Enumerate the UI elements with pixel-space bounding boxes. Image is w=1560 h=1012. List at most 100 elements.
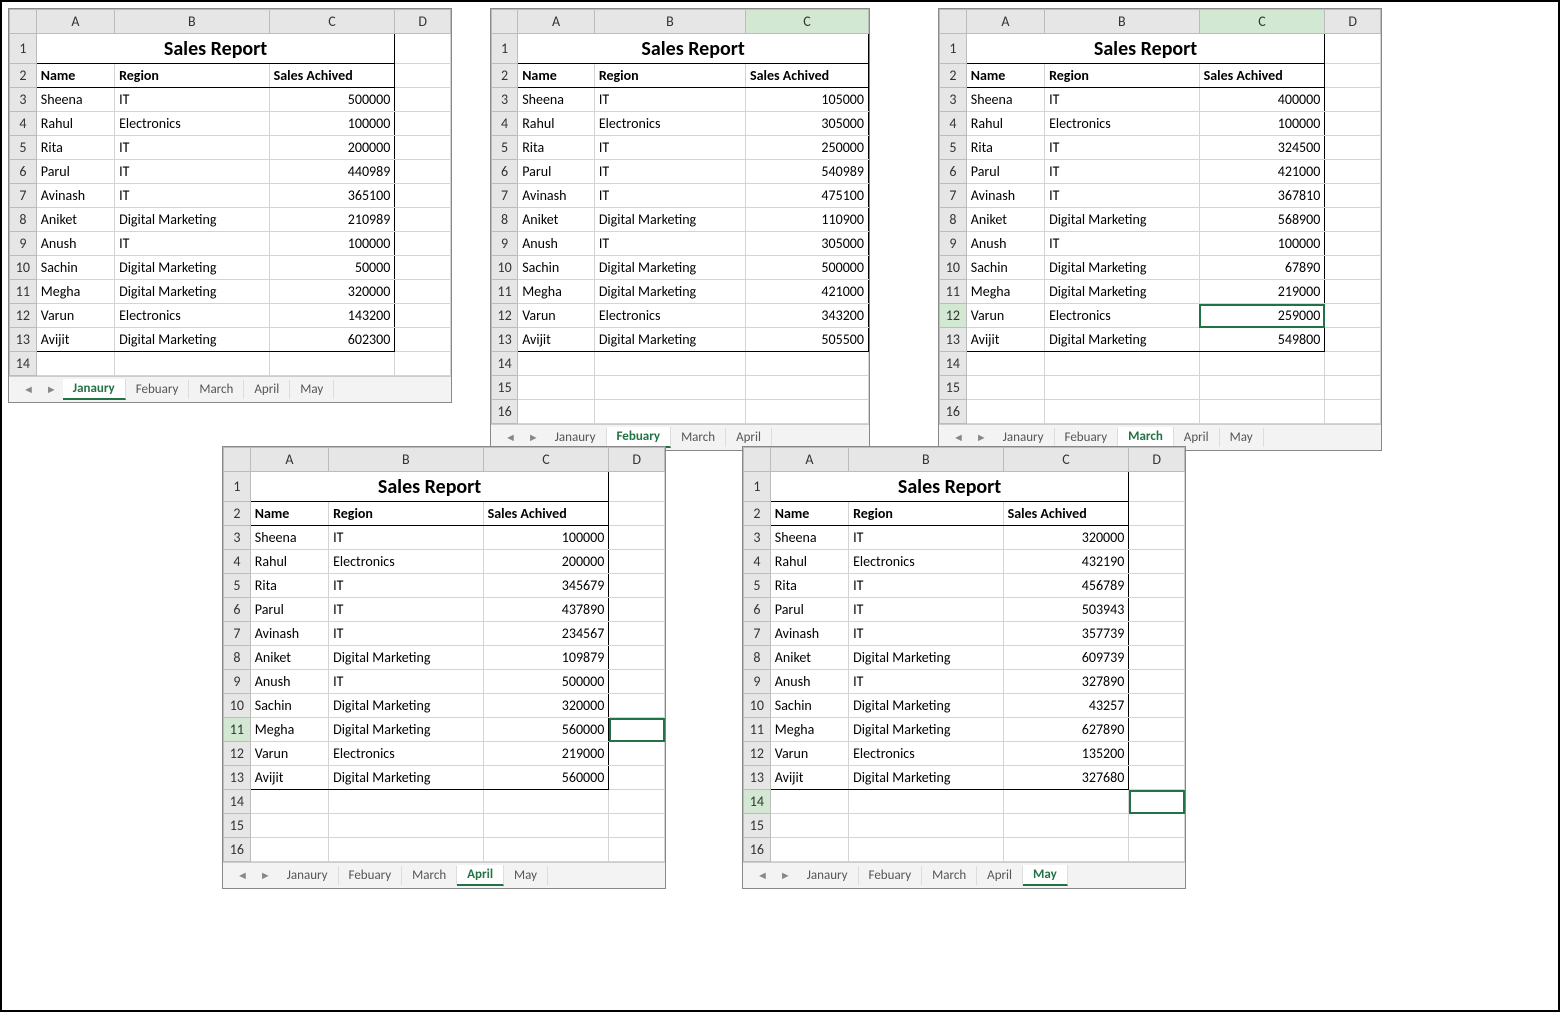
table-cell[interactable]: Digital Marketing [115, 256, 270, 280]
row-header[interactable]: 5 [940, 136, 967, 160]
table-cell[interactable]: Avinash [36, 184, 114, 208]
table-cell[interactable]: Aniket [250, 646, 328, 670]
table-cell[interactable]: Sheena [518, 88, 595, 112]
table-cell[interactable]: Avinash [966, 184, 1044, 208]
table-cell[interactable]: IT [115, 160, 270, 184]
cell[interactable] [1129, 790, 1185, 814]
table-cell[interactable]: 357739 [1003, 622, 1129, 646]
table-cell[interactable]: Rita [518, 136, 595, 160]
table-cell[interactable]: 250000 [746, 136, 869, 160]
cell[interactable] [1325, 400, 1381, 424]
row-header[interactable]: 13 [492, 328, 518, 352]
table-cell[interactable]: IT [594, 136, 745, 160]
cell[interactable] [395, 328, 451, 352]
row-header[interactable]: 14 [10, 352, 37, 376]
table-cell[interactable]: Sachin [36, 256, 114, 280]
table-cell[interactable]: 324500 [1199, 136, 1325, 160]
row-header[interactable]: 10 [940, 256, 967, 280]
table-cell[interactable]: IT [115, 88, 270, 112]
row-header[interactable]: 3 [492, 88, 518, 112]
cell[interactable] [849, 790, 1004, 814]
sheet-tab-april[interactable]: April [244, 380, 290, 399]
cell[interactable] [329, 790, 484, 814]
table-cell[interactable]: 219000 [1199, 280, 1325, 304]
row-header[interactable]: 8 [940, 208, 967, 232]
table-header-cell[interactable]: Region [115, 64, 270, 88]
table-cell[interactable]: Varun [770, 742, 848, 766]
table-cell[interactable]: 456789 [1003, 574, 1129, 598]
row-header[interactable]: 14 [224, 790, 251, 814]
report-title[interactable]: Sales Report [36, 34, 395, 64]
spreadsheet-grid[interactable]: ABCD1Sales Report2NameRegionSales Achive… [743, 447, 1185, 862]
row-header[interactable]: 12 [492, 304, 518, 328]
table-header-cell[interactable]: Sales Achived [269, 64, 395, 88]
row-header[interactable]: 3 [224, 526, 251, 550]
table-cell[interactable]: 305000 [746, 232, 869, 256]
table-cell[interactable]: Electronics [849, 550, 1004, 574]
table-cell[interactable]: Anush [966, 232, 1044, 256]
table-cell[interactable]: 320000 [269, 280, 395, 304]
column-header-B[interactable]: B [1045, 10, 1200, 34]
table-cell[interactable]: Digital Marketing [594, 256, 745, 280]
column-header-A[interactable]: A [770, 448, 848, 472]
cell[interactable] [1325, 160, 1381, 184]
spreadsheet-grid[interactable]: ABCD1Sales Report2NameRegionSales Achive… [9, 9, 451, 376]
row-header[interactable]: 13 [744, 766, 771, 790]
cell[interactable] [1325, 64, 1381, 88]
cell[interactable] [329, 814, 484, 838]
table-cell[interactable]: 327890 [1003, 670, 1129, 694]
table-cell[interactable]: 440989 [269, 160, 395, 184]
table-cell[interactable]: Rahul [966, 112, 1044, 136]
sheet-tab-febuary[interactable]: Febuary [1055, 428, 1119, 447]
table-cell[interactable]: Avinash [770, 622, 848, 646]
row-header[interactable]: 16 [744, 838, 771, 862]
spreadsheet-grid[interactable]: ABCD1Sales Report2NameRegionSales Achive… [939, 9, 1381, 424]
cell[interactable] [1199, 400, 1325, 424]
row-header[interactable]: 3 [940, 88, 967, 112]
row-header[interactable]: 1 [940, 34, 967, 64]
cell[interactable] [395, 208, 451, 232]
table-cell[interactable]: IT [594, 232, 745, 256]
cell[interactable] [609, 526, 665, 550]
sheet-tab-janaury[interactable]: Janaury [545, 428, 607, 447]
table-cell[interactable]: Sachin [770, 694, 848, 718]
cell[interactable] [1325, 208, 1381, 232]
cell[interactable] [966, 376, 1044, 400]
table-cell[interactable]: Parul [966, 160, 1044, 184]
table-cell[interactable]: Megha [966, 280, 1044, 304]
table-cell[interactable]: IT [329, 574, 484, 598]
table-cell[interactable]: Varun [518, 304, 595, 328]
table-cell[interactable]: Digital Marketing [1045, 256, 1200, 280]
cell[interactable] [518, 376, 595, 400]
table-cell[interactable]: IT [115, 136, 270, 160]
table-cell[interactable]: Rahul [36, 112, 114, 136]
cell[interactable] [1199, 376, 1325, 400]
table-cell[interactable]: Digital Marketing [115, 280, 270, 304]
column-header-B[interactable]: B [849, 448, 1004, 472]
report-title[interactable]: Sales Report [770, 472, 1129, 502]
cell[interactable] [609, 622, 665, 646]
table-cell[interactable]: 43257 [1003, 694, 1129, 718]
row-header[interactable]: 14 [744, 790, 771, 814]
row-header[interactable]: 13 [940, 328, 967, 352]
row-header[interactable]: 8 [744, 646, 771, 670]
sheet-tab-febuary[interactable]: Febuary [126, 380, 190, 399]
table-cell[interactable]: Digital Marketing [849, 694, 1004, 718]
table-header-cell[interactable]: Region [849, 502, 1004, 526]
table-cell[interactable]: Avijit [36, 328, 114, 352]
cell[interactable] [1325, 352, 1381, 376]
row-header[interactable]: 3 [10, 88, 37, 112]
table-cell[interactable]: Rita [966, 136, 1044, 160]
table-cell[interactable]: Anush [770, 670, 848, 694]
table-cell[interactable]: Digital Marketing [329, 718, 484, 742]
table-cell[interactable]: 219000 [483, 742, 609, 766]
table-header-cell[interactable]: Region [329, 502, 484, 526]
table-cell[interactable]: Parul [770, 598, 848, 622]
row-header[interactable]: 8 [224, 646, 251, 670]
row-header[interactable]: 6 [10, 160, 37, 184]
row-header[interactable]: 9 [744, 670, 771, 694]
tab-nav-prev-icon[interactable]: ◄ [751, 869, 774, 882]
column-header-C[interactable]: C [483, 448, 609, 472]
table-cell[interactable]: Avijit [966, 328, 1044, 352]
cell[interactable] [1129, 502, 1185, 526]
